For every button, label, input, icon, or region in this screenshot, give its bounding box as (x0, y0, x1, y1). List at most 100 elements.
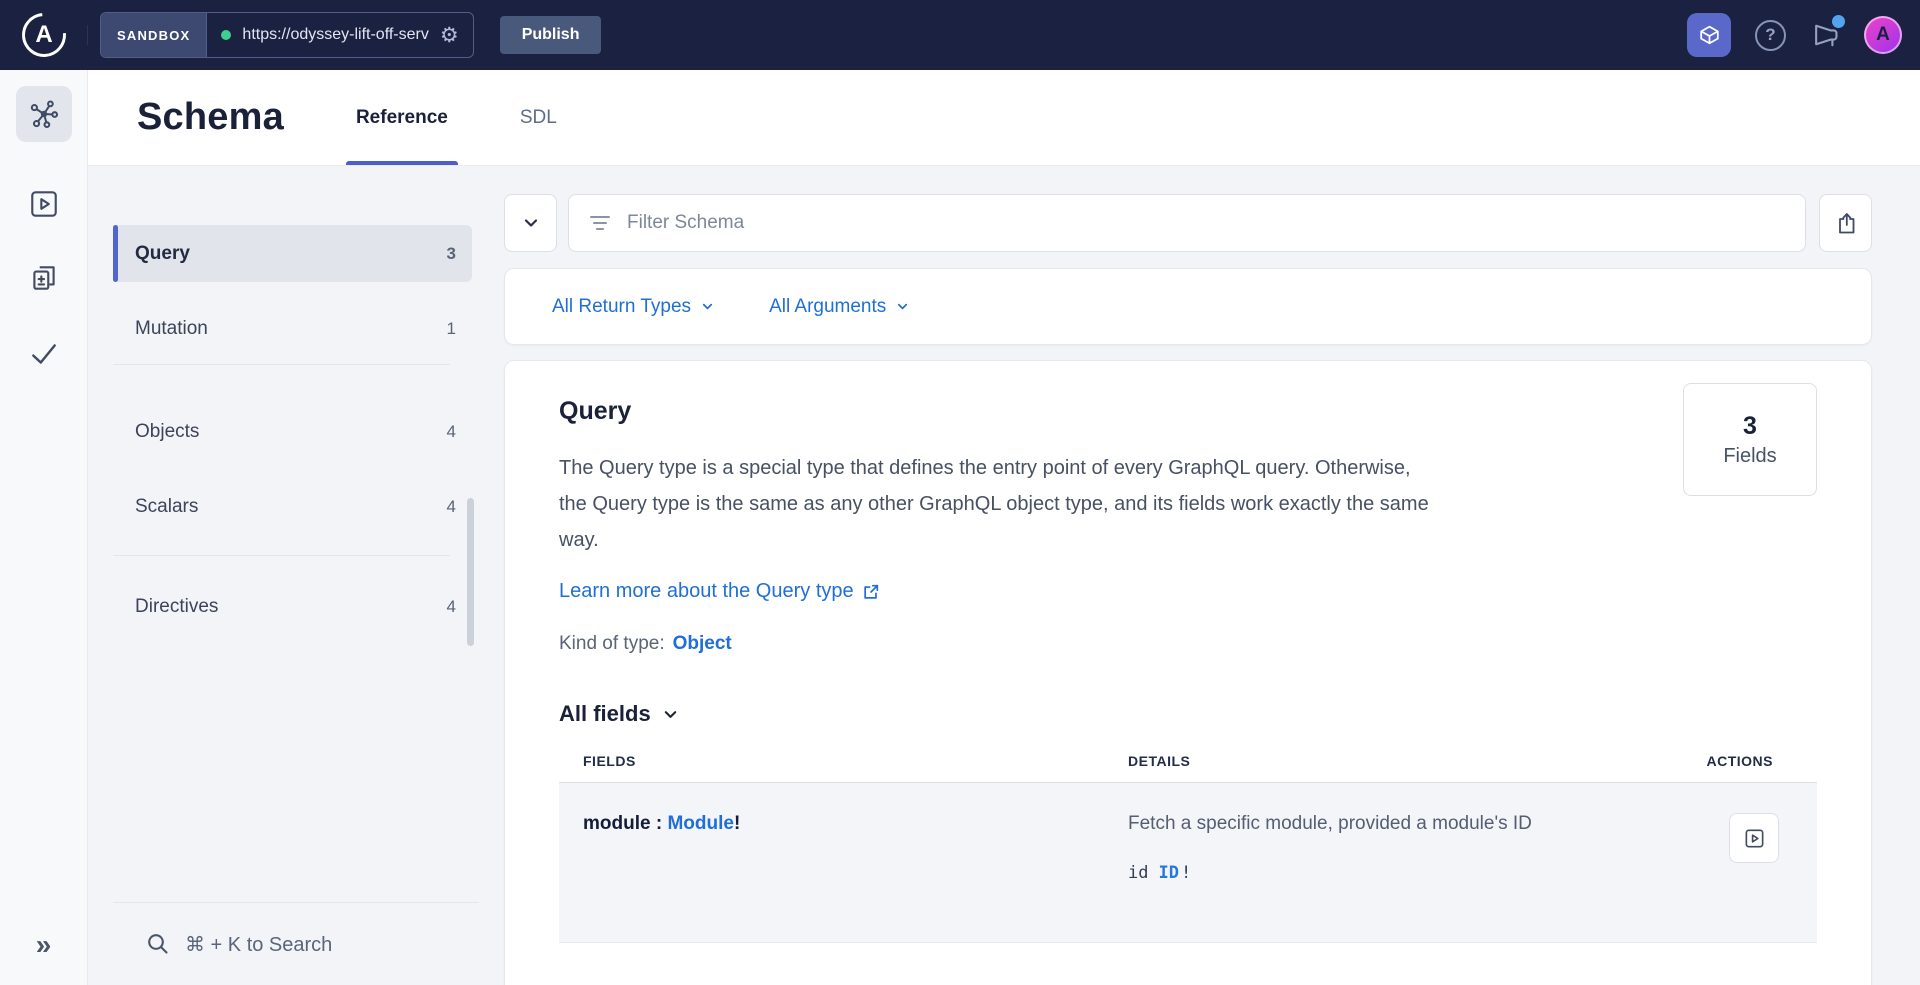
nav-item-label: Mutation (135, 318, 208, 340)
apollo-logo-letter: A (22, 13, 66, 57)
tab-sdl[interactable]: SDL (510, 70, 567, 165)
query-type-card: Query 3 Fields The Query type is a speci… (504, 360, 1872, 985)
fields-count-box: 3 Fields (1683, 383, 1817, 496)
schema-nav: Query 3 Mutation 1 Objects 4 Scalars 4 D… (113, 225, 472, 635)
checkmark-icon (27, 338, 61, 370)
learn-more-link[interactable]: Learn more about the Query type (559, 580, 880, 603)
argument-name: id (1128, 863, 1148, 883)
arguments-filter[interactable]: All Arguments (769, 296, 910, 318)
documents-diff-icon (28, 262, 60, 294)
kind-of-type-line: Kind of type: Object (559, 633, 1817, 655)
field-arguments: id ID! (1128, 863, 1643, 883)
sandbox-cube-icon (1696, 22, 1723, 49)
field-type-link[interactable]: Module (667, 813, 734, 834)
column-header-actions: ACTIONS (1643, 753, 1793, 769)
field-actions-cell (1643, 813, 1793, 916)
help-button[interactable]: ? (1755, 20, 1786, 51)
return-types-label: All Return Types (552, 296, 691, 318)
nav-item-count: 3 (447, 244, 456, 264)
content-area: Schema Reference SDL Query 3 Mutation 1 … (88, 70, 1920, 985)
tab-reference-label: Reference (356, 107, 448, 129)
play-square-icon (28, 188, 60, 220)
filter-bar (504, 194, 1872, 252)
type-title: Query (559, 397, 1817, 426)
rail-item-collections[interactable] (28, 262, 60, 294)
question-mark-icon: ? (1765, 25, 1775, 45)
rail-item-explorer[interactable] (28, 188, 60, 220)
field-description: Fetch a specific module, provided a modu… (1128, 813, 1643, 835)
all-fields-toggle[interactable]: All fields (559, 701, 680, 727)
field-bang: ! (734, 813, 740, 834)
nav-item-label: Directives (135, 596, 218, 618)
top-bar: A SANDBOX https://odyssey-lift-off-serv … (0, 0, 1920, 70)
connection-status-dot (221, 30, 231, 40)
export-schema-button[interactable] (1819, 194, 1872, 252)
argument-type-link[interactable]: ID (1158, 863, 1178, 883)
play-square-icon (1743, 827, 1766, 850)
expand-sidebar-button[interactable]: » (36, 931, 52, 959)
fields-count-label: Fields (1723, 445, 1776, 468)
schema-graph-icon (28, 98, 60, 130)
fields-count-value: 3 (1743, 412, 1757, 441)
rail-item-checks[interactable] (27, 338, 61, 370)
chevron-down-icon (521, 213, 541, 233)
nav-item-count: 1 (447, 319, 456, 339)
argument-bang: ! (1181, 863, 1191, 883)
rail-item-schema[interactable] (16, 86, 72, 142)
tab-bar: Reference SDL (346, 70, 567, 165)
avatar[interactable]: A (1864, 16, 1902, 54)
apollo-logo-icon[interactable]: A (22, 13, 66, 57)
field-signature: module : Module! (583, 813, 1128, 916)
type-description: The Query type is a special type that de… (559, 450, 1439, 558)
filter-schema-input[interactable] (625, 211, 1785, 235)
nav-item-objects[interactable]: Objects 4 (113, 403, 472, 460)
filter-lines-icon (589, 216, 611, 230)
endpoint-url-segment[interactable]: https://odyssey-lift-off-serv ⚙ (207, 13, 472, 57)
chevron-down-icon (895, 299, 910, 314)
filter-input-container (568, 194, 1806, 252)
nav-scrollbar[interactable] (467, 498, 474, 646)
share-export-icon (1834, 211, 1858, 235)
page-header: Schema Reference SDL (88, 70, 1920, 166)
fields-table-header: FIELDS DETAILS ACTIONS (559, 753, 1817, 783)
notification-dot (1832, 15, 1845, 28)
field-separator: : (651, 813, 668, 834)
column-header-details: DETAILS (1128, 753, 1643, 769)
kind-label: Kind of type: (559, 633, 665, 654)
external-link-icon (862, 583, 880, 601)
tab-active-underline (346, 161, 458, 165)
table-row: module : Module! Fetch a specific module… (559, 783, 1817, 943)
tab-sdl-label: SDL (520, 107, 557, 129)
field-name: module (583, 813, 651, 834)
tab-reference[interactable]: Reference (346, 70, 458, 165)
nav-item-count: 4 (447, 497, 456, 517)
return-types-filter[interactable]: All Return Types (552, 296, 715, 318)
chevron-down-icon (700, 299, 715, 314)
sandbox-badge: SANDBOX (101, 13, 207, 57)
nav-item-query[interactable]: Query 3 (113, 225, 472, 282)
nav-item-mutation[interactable]: Mutation 1 (113, 300, 472, 357)
nav-item-label: Query (135, 243, 190, 265)
nav-item-scalars[interactable]: Scalars 4 (113, 478, 472, 535)
run-field-button[interactable] (1729, 813, 1779, 863)
filter-expand-button[interactable] (504, 194, 557, 252)
graph-url-pill: SANDBOX https://odyssey-lift-off-serv ⚙ (100, 12, 474, 58)
all-fields-label: All fields (559, 701, 651, 727)
search-icon (145, 931, 171, 957)
announcements-button[interactable] (1810, 19, 1842, 51)
sandbox-cube-button[interactable] (1687, 13, 1731, 57)
icon-rail: » (0, 70, 88, 985)
endpoint-url-value[interactable]: https://odyssey-lift-off-serv (242, 26, 428, 44)
page-title: Schema (137, 96, 284, 139)
nav-item-count: 4 (447, 422, 456, 442)
column-header-fields: FIELDS (583, 753, 1128, 769)
field-details: Fetch a specific module, provided a modu… (1128, 813, 1643, 916)
publish-button[interactable]: Publish (500, 16, 602, 54)
nav-item-count: 4 (447, 597, 456, 617)
search-shortcut[interactable]: ⌘ + K to Search (113, 902, 479, 985)
nav-item-directives[interactable]: Directives 4 (113, 578, 472, 635)
chevron-down-icon (661, 705, 680, 724)
arguments-label: All Arguments (769, 296, 886, 318)
kind-value-link[interactable]: Object (673, 633, 732, 654)
gear-icon[interactable]: ⚙ (440, 25, 459, 46)
